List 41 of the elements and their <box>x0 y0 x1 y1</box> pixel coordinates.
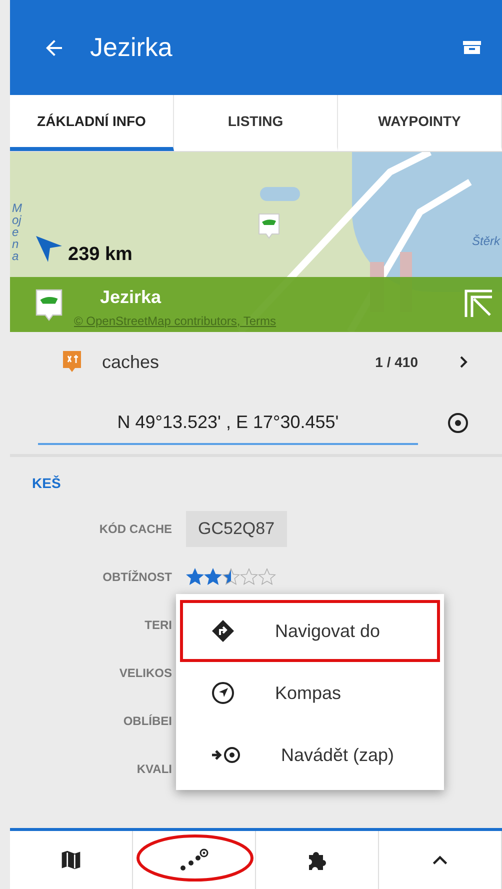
field-label: KVALI <box>136 762 172 776</box>
field-label: OBLÍBEI <box>122 714 172 728</box>
chevron-right-icon[interactable] <box>458 355 470 369</box>
distance-label: 239 km <box>68 244 132 266</box>
pond-shape <box>260 187 300 201</box>
field-label: OBTÍŽNOST <box>102 570 172 584</box>
star-icon <box>186 568 204 586</box>
tab[interactable]: WAYPOINTY <box>338 95 502 151</box>
route-points-icon <box>179 848 209 872</box>
cache-pin-icon[interactable] <box>257 212 281 240</box>
chevron-up-icon <box>431 854 449 866</box>
target-icon[interactable] <box>446 411 470 435</box>
field-label: TERI <box>144 618 172 632</box>
cache-code: GC52Q87 <box>186 511 287 547</box>
section-title: KEŠ <box>32 475 62 491</box>
compass-icon <box>211 681 235 705</box>
cache-folder-icon <box>62 350 82 374</box>
location-arrow-icon <box>34 234 64 264</box>
turn-sign-icon <box>211 619 235 643</box>
map-label: Mojena <box>12 202 23 262</box>
tab[interactable]: LISTING <box>174 95 338 151</box>
map-label: Štěrk <box>472 234 500 248</box>
coordinates-field[interactable]: N 49°13.523' , E 17°30.455' <box>38 402 418 444</box>
field-label: VELIKOS <box>118 666 172 680</box>
menu-item[interactable]: Navigovat do <box>180 600 440 662</box>
star-icon <box>222 568 240 586</box>
point-count: 1 / 410 <box>375 354 418 370</box>
star-icon <box>240 568 258 586</box>
expand-arrow-icon[interactable] <box>464 289 494 319</box>
star-icon <box>204 568 222 586</box>
menu-item[interactable]: Kompas <box>180 662 440 724</box>
cache-pin-icon <box>34 286 64 322</box>
map-view[interactable]: Mojena Štěrk 239 km Jezirka © OpenStreetMap contributors, Terms <box>10 152 502 332</box>
page-title: Jezirka <box>90 32 174 63</box>
point-set-name[interactable]: caches <box>102 352 356 372</box>
guidance-icon <box>211 745 241 765</box>
map-icon <box>60 849 82 871</box>
cache-name: Jezirka <box>100 287 162 308</box>
star-icon <box>258 568 276 586</box>
menu-item[interactable]: Navádět (zap) <box>180 724 440 786</box>
field-label: KÓD CACHE <box>98 522 172 536</box>
